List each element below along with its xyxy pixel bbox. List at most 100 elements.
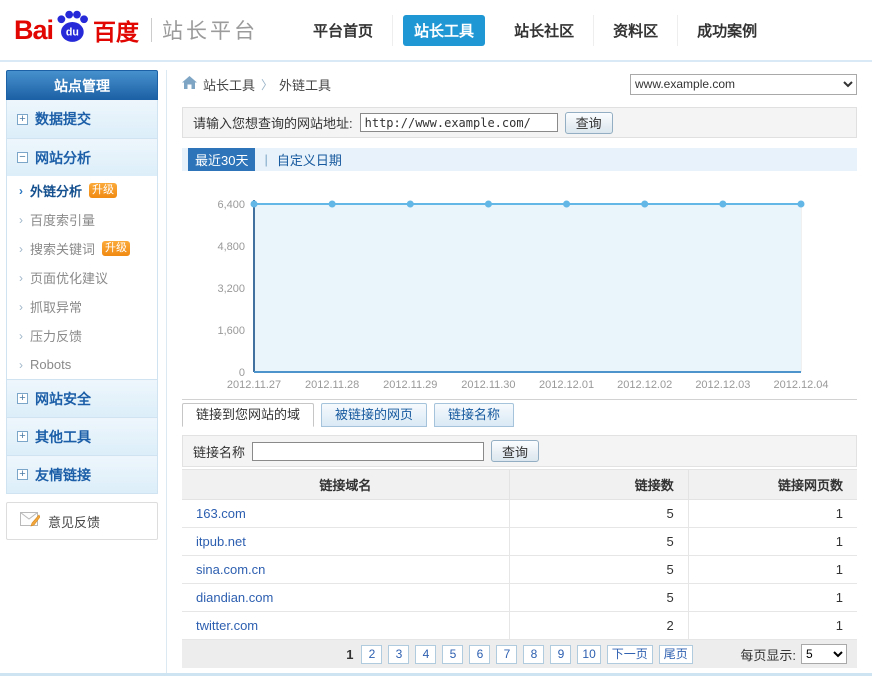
sidebar-item-7[interactable]: ›压力反馈: [7, 321, 157, 350]
svg-text:2012.11.30: 2012.11.30: [461, 379, 515, 391]
link-name-input[interactable]: [252, 442, 484, 461]
sidebar-label: Robots: [30, 357, 71, 372]
expand-icon[interactable]: +: [17, 114, 28, 125]
expand-icon[interactable]: +: [17, 469, 28, 480]
expand-icon[interactable]: +: [17, 393, 28, 404]
tab-anchor-text[interactable]: 链接名称: [434, 403, 514, 427]
col-link-domain: 链接域名: [182, 470, 509, 500]
page-button-6[interactable]: 6: [469, 645, 490, 664]
chevron-right-icon: ›: [19, 184, 23, 198]
collapse-icon[interactable]: −: [17, 152, 28, 163]
svg-text:2012.12.04: 2012.12.04: [773, 379, 828, 391]
baidu-logo[interactable]: Bai du 百度 站长平台: [14, 10, 258, 50]
next-page-button[interactable]: 下一页: [607, 645, 653, 664]
section-divider: [182, 399, 857, 400]
page-button-5[interactable]: 5: [442, 645, 463, 664]
logo-text-bai: Bai: [14, 15, 53, 46]
page-button-7[interactable]: 7: [496, 645, 517, 664]
chevron-right-icon: ›: [19, 242, 23, 256]
svg-text:2012.12.02: 2012.12.02: [617, 379, 672, 391]
per-page-label: 每页显示:: [740, 645, 796, 664]
link-tabs: 链接到您网站的域 被链接的网页 链接名称: [182, 403, 857, 427]
chevron-right-icon: ›: [19, 300, 23, 314]
tab-custom-date[interactable]: 自定义日期: [277, 150, 342, 169]
breadcrumb-row: 站长工具 〉 外链工具 www.example.com: [182, 70, 857, 98]
sidebar-item-2[interactable]: ›外链分析升级: [7, 176, 157, 205]
query-button[interactable]: 查询: [565, 112, 613, 134]
chevron-right-icon: ›: [19, 271, 23, 285]
logo-product-name: 站长平台: [162, 15, 258, 45]
site-url-input[interactable]: [360, 113, 558, 132]
per-page-select[interactable]: 5: [801, 644, 847, 664]
backlinks-trend-chart: 01,6003,2004,8006,4002012.11.272012.11.2…: [182, 188, 857, 393]
breadcrumb-separator: 〉: [261, 76, 273, 93]
last-page-button[interactable]: 尾页: [659, 645, 693, 664]
domain-link[interactable]: diandian.com: [196, 590, 273, 605]
link-count-cell: 5: [509, 584, 688, 612]
nav-resources[interactable]: 资料区: [594, 15, 678, 46]
link-name-query-button[interactable]: 查询: [491, 440, 539, 462]
nav-platform-home[interactable]: 平台首页: [294, 15, 393, 46]
sidebar-label: 搜索关键词: [30, 239, 95, 258]
page-button-3[interactable]: 3: [388, 645, 409, 664]
page-button-9[interactable]: 9: [550, 645, 571, 664]
sidebar-item-5[interactable]: › 页面优化建议: [7, 263, 157, 292]
feedback-icon: [20, 512, 40, 530]
sidebar-item-8[interactable]: ›Robots: [7, 350, 157, 379]
site-select[interactable]: www.example.com: [630, 74, 857, 95]
sidebar-label: 其他工具: [35, 427, 91, 447]
domain-link[interactable]: twitter.com: [196, 618, 258, 633]
svg-text:6,400: 6,400: [217, 199, 245, 211]
sidebar-group-10[interactable]: + 其他工具: [7, 417, 157, 455]
page-button-10[interactable]: 10: [577, 645, 600, 664]
domain-link[interactable]: itpub.net: [196, 534, 246, 549]
link-name-search-bar: 链接名称 查询: [182, 435, 857, 467]
baidu-paw-icon: du: [54, 10, 90, 44]
link-name-label: 链接名称: [193, 442, 245, 461]
sidebar: 站点管理 +数据提交−网站分析›外链分析升级›百度索引量›搜索关键词升级›页面优…: [6, 70, 166, 540]
link-count-cell: 5: [509, 556, 688, 584]
table-row: twitter.com21: [182, 612, 857, 640]
linked-pages-cell: 1: [688, 500, 857, 528]
sidebar-label: 外链分析: [30, 181, 82, 200]
sidebar-item-4[interactable]: ›搜索关键词升级: [7, 234, 157, 263]
tab-last-30-days[interactable]: 最近30天: [188, 148, 255, 171]
domain-link[interactable]: sina.com.cn: [196, 562, 265, 577]
tab-linked-pages[interactable]: 被链接的网页: [321, 403, 427, 427]
sidebar-label: 网站分析: [35, 148, 91, 168]
nav-webmaster-tools[interactable]: 站长工具: [403, 15, 485, 46]
feedback-button[interactable]: 意见反馈: [6, 502, 158, 540]
col-linked-pages-count: 链接网页数: [688, 470, 857, 500]
link-count-cell: 5: [509, 500, 688, 528]
sidebar-group-11[interactable]: +友情链接: [7, 455, 157, 493]
sidebar-item-3[interactable]: ›百度索引量: [7, 205, 157, 234]
breadcrumb-item-tools[interactable]: 站长工具: [203, 75, 255, 94]
home-icon[interactable]: [182, 76, 197, 92]
page-button-8[interactable]: 8: [523, 645, 544, 664]
nav-success-cases[interactable]: 成功案例: [678, 15, 776, 46]
sidebar-group-1[interactable]: −网站分析: [7, 138, 157, 176]
chevron-right-icon: ›: [19, 213, 23, 227]
linked-pages-cell: 1: [688, 528, 857, 556]
expand-icon[interactable]: +: [17, 431, 28, 442]
page-button-2[interactable]: 2: [361, 645, 382, 664]
nav-community[interactable]: 站长社区: [495, 15, 594, 46]
per-page-control: 每页显示: 5: [740, 644, 847, 664]
top-nav: 平台首页 站长工具 站长社区 资料区 成功案例: [294, 15, 776, 46]
sidebar-menu: +数据提交−网站分析›外链分析升级›百度索引量›搜索关键词升级›页面优化建议›抓…: [6, 100, 158, 494]
sidebar-label: 页面优化建议: [30, 268, 108, 287]
main-content: 站长工具 〉 外链工具 www.example.com 请输入您想查询的网站地址…: [166, 70, 857, 674]
linked-pages-cell: 1: [688, 612, 857, 640]
top-header: Bai du 百度 站长平台 平台首页 站长工具 站长社区 资料区 成功案例: [0, 0, 872, 62]
sidebar-item-6[interactable]: ›抓取异常: [7, 292, 157, 321]
linking-domains-table: 链接域名 链接数 链接网页数 163.com51itpub.net51sina.…: [182, 469, 857, 640]
table-row: sina.com.cn51: [182, 556, 857, 584]
domain-link[interactable]: 163.com: [196, 506, 246, 521]
page-button-4[interactable]: 4: [415, 645, 436, 664]
sidebar-group-0[interactable]: +数据提交: [7, 100, 157, 138]
svg-text:1,600: 1,600: [217, 325, 245, 337]
sidebar-label: 网站安全: [35, 389, 91, 409]
svg-text:4,800: 4,800: [217, 241, 245, 253]
sidebar-group-9[interactable]: + 网站安全: [7, 379, 157, 417]
tab-linking-domains[interactable]: 链接到您网站的域: [182, 403, 314, 427]
